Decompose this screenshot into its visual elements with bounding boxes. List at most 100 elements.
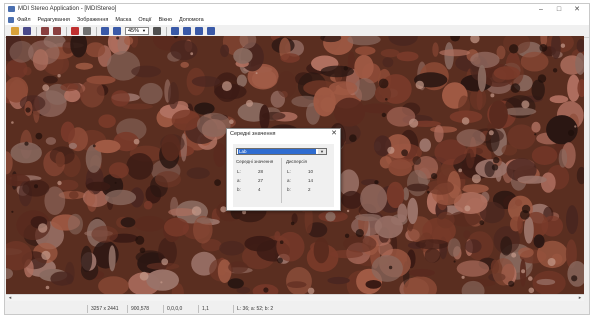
color-space-select[interactable]: Lab ▼ <box>236 148 327 155</box>
texture-grain <box>531 121 541 133</box>
texture-grain <box>447 238 461 257</box>
chart-icon[interactable] <box>101 27 109 35</box>
levels-icon[interactable] <box>83 27 91 35</box>
image-icon[interactable] <box>182 27 191 35</box>
zoom-value: 45% <box>128 28 140 34</box>
variance-header: Дисперсія <box>286 159 307 164</box>
texture-speck <box>214 179 222 187</box>
horizontal-scrollbar[interactable]: ◂ ▸ <box>6 294 584 301</box>
document-icon[interactable] <box>8 17 14 23</box>
texture-grain <box>320 65 354 78</box>
variance-row: a: 14 <box>286 178 331 184</box>
texture-speck <box>490 93 495 98</box>
texture-grain <box>261 111 286 120</box>
toolbar-separator <box>36 26 37 36</box>
texture-grain <box>91 225 118 243</box>
texture-speck <box>521 269 526 274</box>
texture-grain <box>68 142 77 149</box>
texture-speck <box>381 112 387 118</box>
texture-grain <box>503 107 537 116</box>
menu-mask[interactable]: Маска <box>115 15 131 25</box>
fit-icon[interactable] <box>170 27 179 35</box>
texture-grain <box>180 61 189 68</box>
record-icon[interactable] <box>71 27 79 35</box>
texture-grain <box>354 54 374 80</box>
texture-grain <box>67 213 83 235</box>
texture-grain <box>94 139 121 154</box>
texture-grain <box>434 125 444 143</box>
texture-grain <box>244 235 276 252</box>
texture-speck <box>453 260 456 263</box>
chevron-down-icon[interactable]: ▼ <box>318 149 326 154</box>
texture-speck <box>385 98 388 101</box>
toolbar-separator <box>165 26 167 36</box>
texture-speck <box>190 52 194 56</box>
texture-speck <box>568 129 575 136</box>
texture-grain <box>124 36 134 46</box>
grid-icon[interactable] <box>194 27 203 35</box>
texture-speck <box>45 285 50 290</box>
texture-grain <box>155 171 181 188</box>
app-icon <box>8 6 15 12</box>
table-icon[interactable] <box>206 27 215 35</box>
status-divider <box>163 305 164 313</box>
texture-grain <box>540 172 556 193</box>
copy-icon[interactable] <box>41 27 49 35</box>
layers-icon[interactable] <box>113 27 121 35</box>
dialog-body: Lab ▼ Середні значення L: 28 a: 27 b: 4 … <box>233 144 334 207</box>
texture-speck <box>491 164 499 171</box>
menu-edit[interactable]: Редагування <box>38 15 70 25</box>
stereo-icon[interactable] <box>53 27 61 35</box>
texture-grain <box>313 87 336 117</box>
texture-speck <box>133 138 140 145</box>
texture-grain <box>233 48 253 64</box>
maximize-button[interactable]: □ <box>550 4 568 15</box>
variance-label: a: <box>287 178 291 183</box>
texture-speck <box>488 130 494 136</box>
texture-speck <box>574 125 577 128</box>
texture-speck <box>461 117 470 125</box>
texture-speck <box>426 190 430 194</box>
dialog-close-icon[interactable]: ✕ <box>331 129 337 137</box>
close-button[interactable]: ✕ <box>568 4 586 15</box>
zoom-icon[interactable] <box>152 27 161 35</box>
texture-grain <box>436 211 455 229</box>
toolbar-separator <box>66 26 67 36</box>
scroll-left-icon[interactable]: ◂ <box>6 295 14 301</box>
texture-speck <box>461 275 465 279</box>
zoom-select[interactable]: 45% ▼ <box>125 27 149 35</box>
chevron-down-icon: ▼ <box>142 28 146 33</box>
texture-speck <box>388 265 393 270</box>
texture-grain <box>143 200 153 210</box>
minimize-button[interactable]: – <box>532 4 550 15</box>
menu-help[interactable]: Допомога <box>179 15 204 25</box>
texture-speck <box>547 258 556 266</box>
open-folder-icon[interactable] <box>11 27 19 35</box>
texture-speck <box>255 72 258 75</box>
variance-value: 14 <box>308 178 314 183</box>
texture-speck <box>510 83 521 93</box>
texture-speck <box>349 134 357 142</box>
save-icon[interactable] <box>23 27 31 35</box>
texture-speck <box>279 240 284 244</box>
texture-speck <box>528 276 533 281</box>
texture-grain <box>412 156 422 165</box>
menu-options[interactable]: Опції <box>138 15 151 25</box>
texture-speck <box>450 36 460 42</box>
column-divider <box>281 158 282 203</box>
status-divider <box>87 305 88 313</box>
scroll-right-icon[interactable]: ▸ <box>576 295 584 301</box>
menu-window[interactable]: Вікно <box>159 15 172 25</box>
menu-file[interactable]: Файл <box>17 15 31 25</box>
menu-image[interactable]: Зображення <box>77 15 108 25</box>
texture-grain <box>456 129 486 147</box>
texture-grain <box>464 239 482 254</box>
texture-grain <box>69 191 79 200</box>
texture-grain <box>219 240 245 256</box>
mean-row: a: 27 <box>236 178 281 184</box>
status-bar: 3257 x 2441 900,578 0,0,0,0 1,1 L: 36; a… <box>5 304 589 314</box>
texture-speck <box>139 247 146 254</box>
status-cursor: 900,578 <box>131 306 150 312</box>
texture-speck <box>11 121 14 124</box>
texture-grain <box>168 208 196 217</box>
